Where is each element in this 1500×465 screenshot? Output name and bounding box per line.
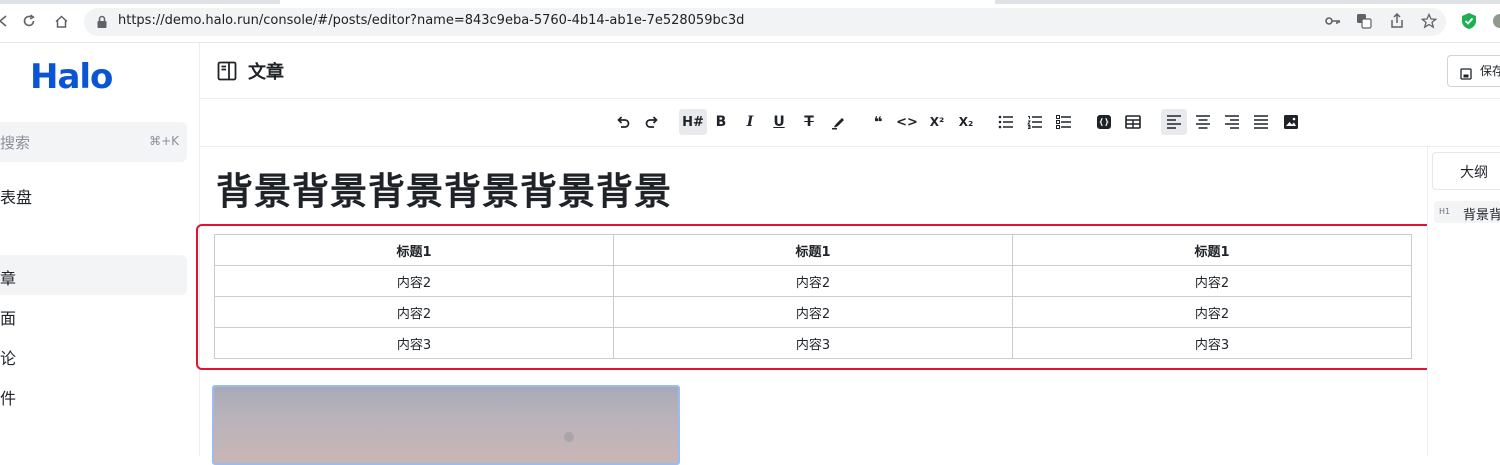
search-shortcut: ⌘+K	[149, 134, 179, 148]
reload-icon[interactable]	[20, 12, 38, 30]
document-title[interactable]: 背景背景背景背景背景背景	[216, 161, 672, 215]
sidebar-item-comments[interactable]: 评论	[0, 335, 187, 375]
search-box[interactable]: 搜索 ⌘+K	[0, 122, 187, 162]
sidebar-item-posts[interactable]: 文章	[0, 255, 187, 295]
translate-icon[interactable]	[1356, 13, 1372, 29]
table-header-cell[interactable]: 标题1	[613, 234, 1013, 266]
sidebar-item-dashboard[interactable]: 仪表盘	[0, 174, 187, 214]
sidebar-item-attachments[interactable]: 附件	[0, 375, 187, 415]
table-row: 内容3 内容3 内容3	[214, 327, 1412, 359]
bold-button[interactable]: B	[708, 109, 734, 135]
italic-button[interactable]: I	[737, 109, 763, 135]
table-cell[interactable]: 内容3	[214, 327, 614, 359]
save-button-label: 保存	[1480, 64, 1500, 78]
sidebar-item-pages[interactable]: 页面	[0, 295, 187, 335]
sidebar: Halo 搜索 ⌘+K 仪表盘 文章 页面 评论 附件	[0, 43, 200, 456]
align-justify-icon[interactable]	[1248, 109, 1274, 135]
table-header-cell[interactable]: 标题1	[1012, 234, 1412, 266]
superscript-button[interactable]: X²	[924, 109, 950, 135]
table-header-row: 标题1 标题1 标题1	[214, 234, 1412, 266]
key-icon[interactable]	[1325, 13, 1341, 29]
browser-tab-edge-right	[995, 0, 1500, 4]
editor-content[interactable]: 背景背景背景背景背景背景 标题1 标题1 标题1 内容2 内容2 内容2 内容2…	[196, 147, 1432, 465]
page-title: 文章	[248, 62, 284, 83]
undo-icon[interactable]	[610, 109, 636, 135]
task-list-icon[interactable]	[1051, 109, 1077, 135]
table-header-cell[interactable]: 标题1	[214, 234, 614, 266]
content-table[interactable]: 标题1 标题1 标题1 内容2 内容2 内容2 内容2 内容2 内容2 内容3 …	[214, 234, 1412, 359]
outline-item[interactable]: H1 背景背	[1434, 201, 1500, 223]
code-block-icon[interactable]	[1091, 109, 1117, 135]
heading-button[interactable]: H#	[679, 109, 707, 135]
table-cell[interactable]: 内容2	[214, 265, 614, 297]
table-cell[interactable]: 内容2	[214, 296, 614, 328]
page-header: 文章 保存	[200, 43, 1500, 99]
redo-icon[interactable]	[639, 109, 665, 135]
blockquote-button[interactable]: ❝	[865, 109, 891, 135]
halo-logo[interactable]: Halo	[30, 57, 113, 97]
outline-panel: 大纲 H1 背景背	[1427, 147, 1500, 456]
highlight-icon[interactable]	[825, 109, 851, 135]
profile-avatar-icon[interactable]	[1490, 13, 1500, 29]
embedded-image[interactable]	[212, 385, 680, 465]
browser-tab-edge	[0, 0, 280, 4]
table-cell[interactable]: 内容2	[1012, 265, 1412, 297]
browser-chrome: https://demo.halo.run/console/#/posts/ed…	[0, 0, 1500, 43]
strikethrough-button[interactable]: T	[796, 109, 822, 135]
bookmark-star-icon[interactable]	[1421, 13, 1437, 29]
editor-toolbar: H# B I U T ❝ <> X² X₂	[200, 99, 1500, 147]
image-detail	[564, 432, 574, 442]
sidebar-item-label: 仪表盘	[0, 188, 33, 207]
sidebar-panel-icon	[217, 61, 237, 81]
save-icon	[1460, 65, 1472, 80]
table-icon[interactable]	[1120, 109, 1146, 135]
table-cell[interactable]: 内容2	[613, 296, 1013, 328]
table-row: 内容2 内容2 内容2	[214, 296, 1412, 328]
outline-item-level: H1	[1439, 207, 1451, 216]
back-icon[interactable]	[0, 12, 12, 30]
underline-button[interactable]: U	[766, 109, 792, 135]
code-button[interactable]: <>	[894, 109, 920, 135]
extension-shield-icon[interactable]	[1461, 13, 1477, 29]
home-icon[interactable]	[52, 12, 70, 30]
table-cell[interactable]: 内容2	[1012, 296, 1412, 328]
save-button[interactable]: 保存	[1447, 55, 1500, 87]
sidebar-item-label: 评论	[0, 349, 17, 368]
tab-outline-label: 大纲	[1460, 165, 1488, 181]
tab-outline[interactable]: 大纲	[1432, 152, 1500, 190]
sidebar-item-label: 页面	[0, 309, 17, 328]
address-url[interactable]: https://demo.halo.run/console/#/posts/ed…	[118, 13, 744, 28]
align-right-icon[interactable]	[1219, 109, 1245, 135]
table-cell[interactable]: 内容3	[613, 327, 1013, 359]
search-placeholder: 搜索	[0, 134, 31, 152]
align-center-icon[interactable]	[1190, 109, 1216, 135]
table-cell[interactable]: 内容3	[1012, 327, 1412, 359]
table-cell[interactable]: 内容2	[613, 265, 1013, 297]
sidebar-item-label: 文章	[0, 269, 17, 288]
outline-item-text: 背景背	[1463, 208, 1500, 223]
lock-icon[interactable]	[96, 14, 110, 28]
share-icon[interactable]	[1389, 13, 1405, 29]
align-left-icon[interactable]	[1161, 109, 1187, 135]
subscript-button[interactable]: X₂	[953, 109, 979, 135]
table-row: 内容2 内容2 内容2	[214, 265, 1412, 297]
sidebar-item-label: 附件	[0, 389, 17, 408]
image-icon[interactable]	[1278, 109, 1304, 135]
bullet-list-icon[interactable]	[993, 109, 1019, 135]
ordered-list-icon[interactable]	[1022, 109, 1048, 135]
